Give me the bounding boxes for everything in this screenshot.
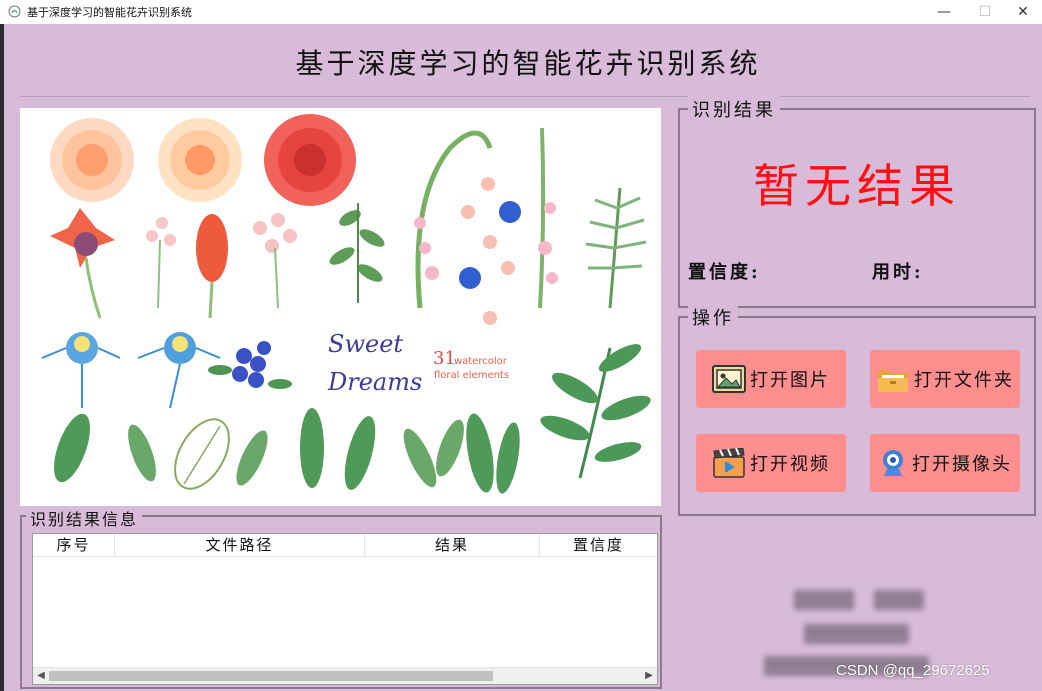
column-header-index[interactable]: 序号: [33, 534, 115, 556]
column-header-confidence[interactable]: 置信度: [540, 534, 657, 556]
main-window: 基于深度学习的智能花卉识别系统 Sweet Dreams 31 watercol…: [4, 24, 1042, 691]
open-video-label: 打开视频: [750, 454, 830, 475]
red-rose: [264, 114, 356, 206]
count-text: 31: [433, 348, 456, 369]
page-title: 基于深度学习的智能花卉识别系统: [295, 47, 761, 80]
confidence-label: 置信度:: [688, 262, 761, 283]
sweet-text: Sweet: [328, 330, 403, 358]
open-camera-label: 打开摄像头: [912, 454, 1012, 475]
close-button[interactable]: ✕: [1003, 0, 1042, 24]
scroll-right-icon[interactable]: ▶: [641, 668, 657, 684]
column-header-result[interactable]: 结果: [365, 534, 540, 556]
table-header: 序号 文件路径 结果 置信度: [33, 534, 657, 557]
window-title: 基于深度学习的智能花卉识别系统: [27, 6, 192, 19]
window-titlebar: 基于深度学习的智能花卉识别系统 — ☐ ✕: [0, 0, 1042, 25]
result-info-group: 识别结果信息 序号 文件路径 结果 置信度 ◀ ▶: [20, 506, 662, 689]
peach-rose-2: [158, 118, 242, 202]
result-status: 暂无结果: [753, 159, 961, 213]
open-folder-button[interactable]: 打开文件夹: [870, 350, 1020, 408]
open-image-label: 打开图片: [750, 370, 830, 391]
operations-group: 操作 打开图片 打开文件夹 打开视频 打开摄像头: [678, 304, 1036, 516]
image-display: Sweet Dreams 31 watercolor floral elemen…: [20, 108, 661, 506]
camera-icon: [883, 450, 903, 476]
maximize-button[interactable]: ☐: [965, 0, 1005, 24]
watercolor-text: watercolor: [454, 356, 508, 367]
column-header-path[interactable]: 文件路径: [115, 534, 365, 556]
csdn-watermark: CSDN @qq_29672625: [836, 662, 990, 679]
peach-rose-1: [50, 118, 134, 202]
folder-icon: [878, 370, 908, 392]
app-icon: [8, 5, 21, 18]
results-table[interactable]: 序号 文件路径 结果 置信度 ◀ ▶: [32, 533, 658, 685]
result-group-title: 识别结果: [688, 96, 780, 122]
open-folder-label: 打开文件夹: [914, 370, 1014, 391]
result-info-group-title: 识别结果信息: [26, 506, 143, 530]
scrollbar-thumb[interactable]: [49, 671, 493, 681]
time-label: 用时:: [872, 262, 924, 283]
flower-illustration: Sweet Dreams 31 watercolor floral elemen…: [20, 108, 661, 506]
result-group: 识别结果 暂无结果 置信度: 用时:: [678, 96, 1036, 308]
floral-elements-text: floral elements: [434, 370, 509, 381]
title-divider: [20, 96, 1030, 97]
video-icon: [713, 448, 745, 478]
open-camera-button[interactable]: 打开摄像头: [870, 434, 1020, 492]
operations-group-title: 操作: [688, 304, 738, 330]
image-icon: [712, 365, 746, 393]
minimize-button[interactable]: —: [924, 0, 964, 24]
open-video-button[interactable]: 打开视频: [696, 434, 846, 492]
dreams-text: Dreams: [327, 368, 422, 396]
horizontal-scrollbar[interactable]: ◀ ▶: [33, 667, 657, 684]
open-image-button[interactable]: 打开图片: [696, 350, 846, 408]
scroll-left-icon[interactable]: ◀: [33, 668, 49, 684]
